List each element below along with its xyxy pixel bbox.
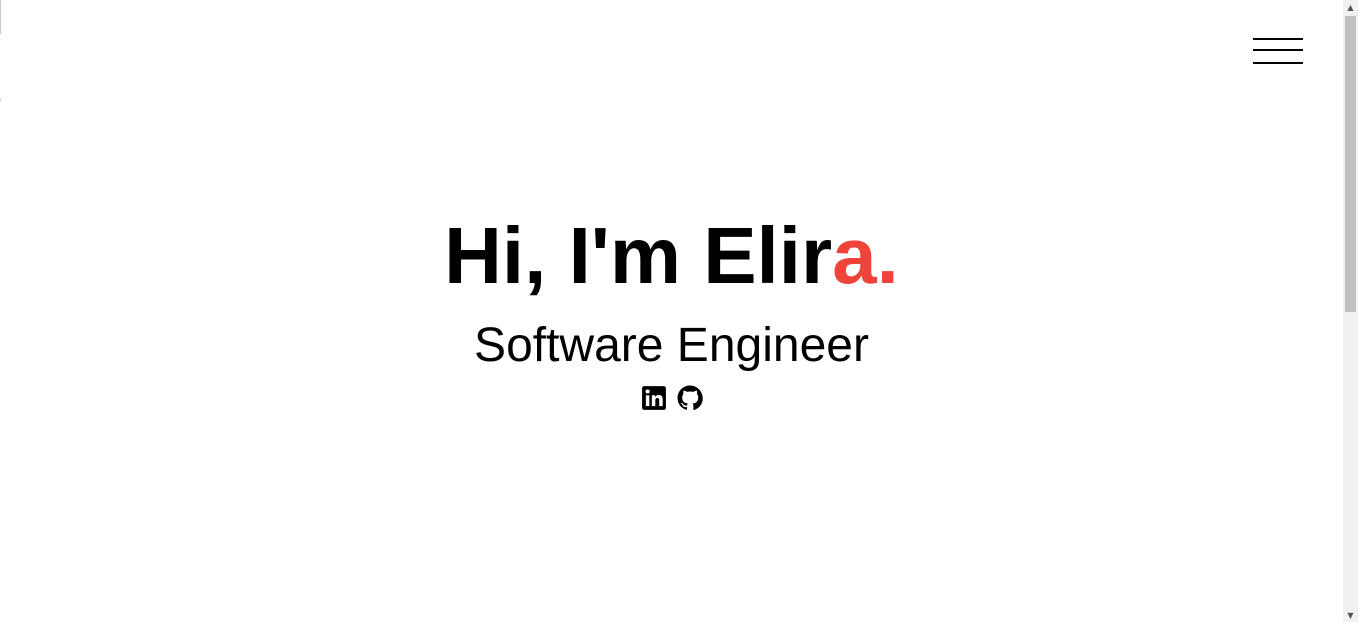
left-edge-dot bbox=[0, 98, 1, 101]
menu-line-bottom bbox=[1253, 62, 1303, 64]
scroll-up-arrow[interactable]: ▲ bbox=[1343, 0, 1358, 14]
hamburger-menu-button[interactable] bbox=[1252, 36, 1304, 68]
menu-line-middle bbox=[1253, 49, 1303, 51]
scroll-thumb[interactable] bbox=[1345, 16, 1356, 312]
vertical-scrollbar[interactable]: ▲ ▼ bbox=[1343, 0, 1358, 622]
hero-title: Hi, I'm Elira. bbox=[0, 210, 1343, 302]
github-link[interactable] bbox=[677, 385, 703, 411]
scroll-down-arrow[interactable]: ▼ bbox=[1343, 608, 1358, 622]
hero-subtitle: Software Engineer bbox=[474, 319, 869, 372]
github-icon bbox=[677, 385, 703, 411]
hero-title-main: Hi, I'm Elir bbox=[444, 211, 833, 300]
linkedin-icon bbox=[641, 386, 666, 410]
social-links bbox=[0, 385, 1343, 413]
hero-section: Hi, I'm Elira. Software Engineer bbox=[0, 210, 1343, 413]
hero-title-accent: a. bbox=[832, 211, 899, 300]
left-edge-mark bbox=[0, 0, 1, 34]
menu-line-top bbox=[1253, 38, 1303, 40]
page: Hi, I'm Elira. Software Engineer ▲ ▼ bbox=[0, 0, 1358, 622]
linkedin-link[interactable] bbox=[641, 385, 667, 411]
